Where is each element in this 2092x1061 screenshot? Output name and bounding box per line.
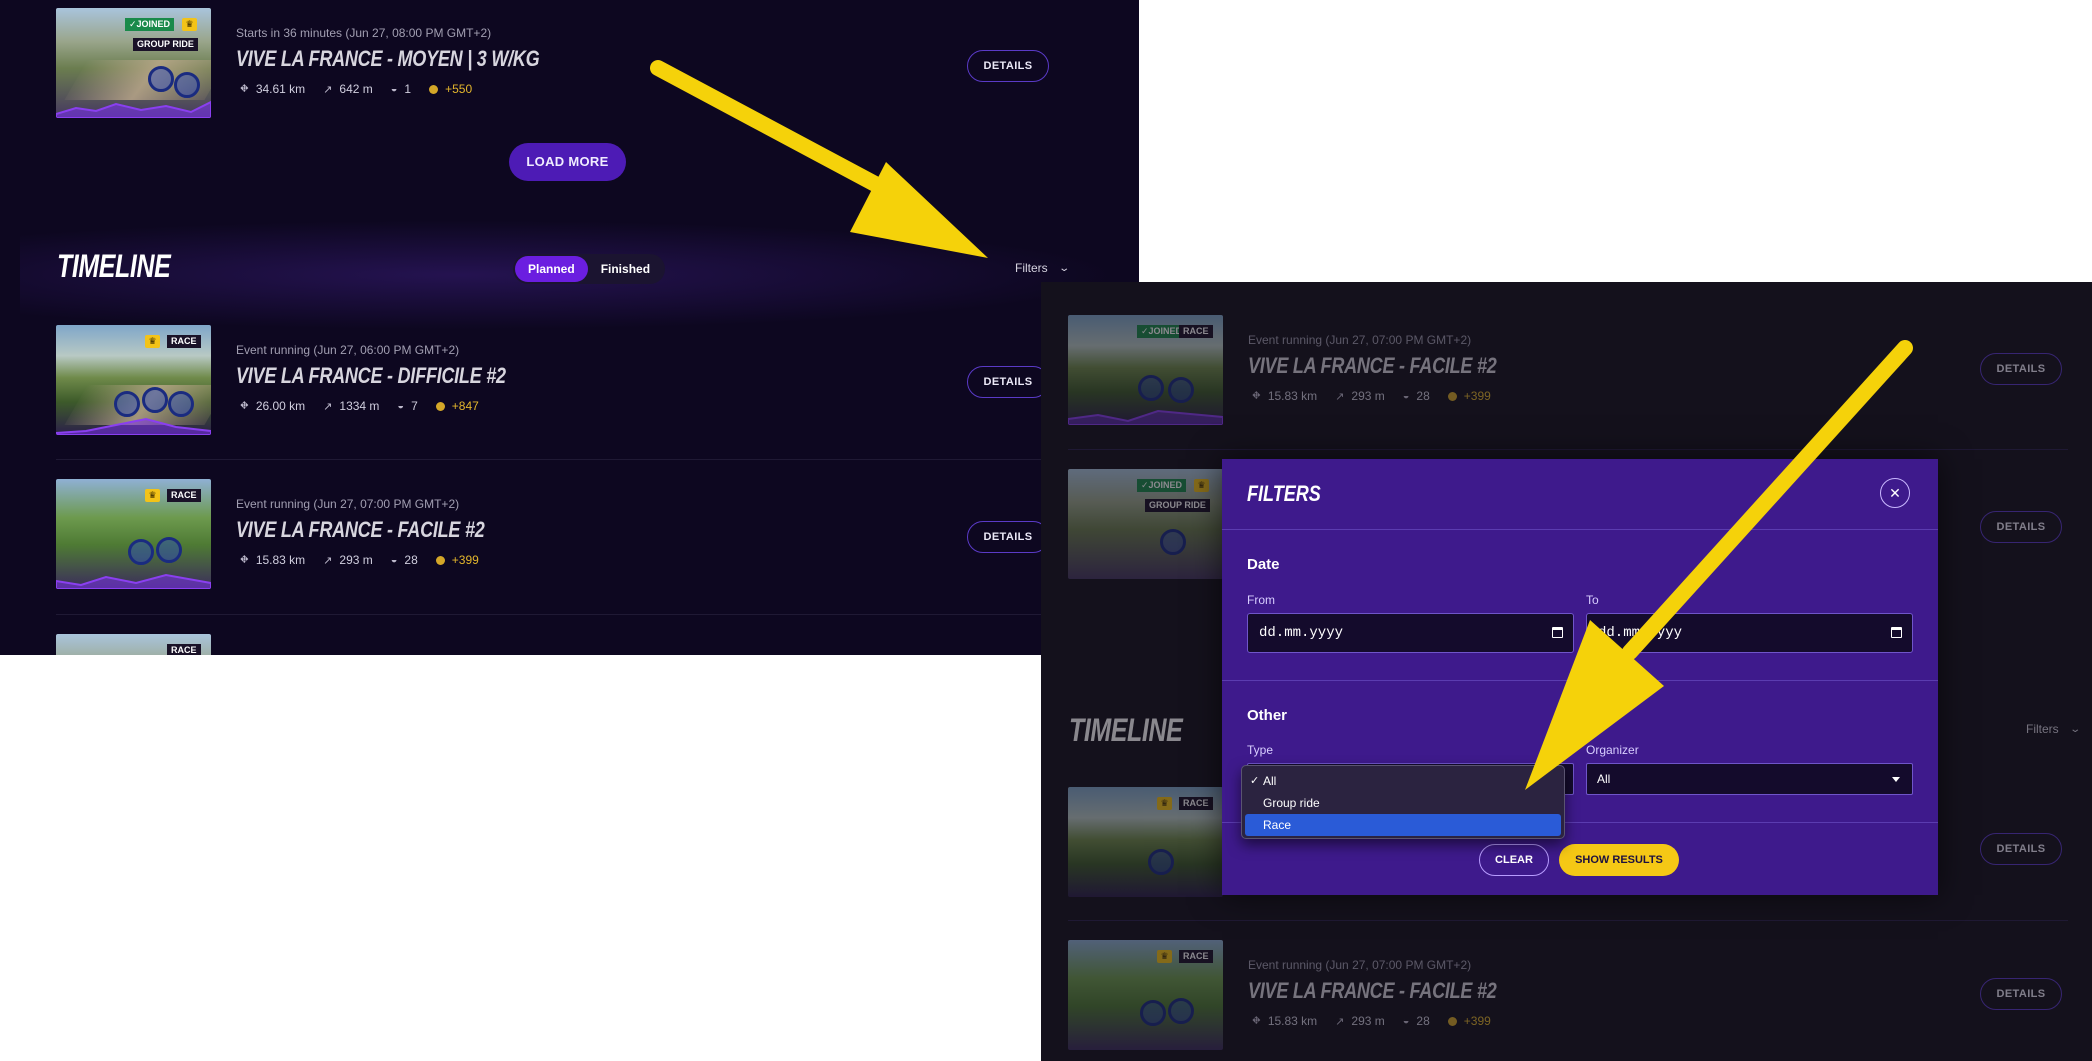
- annotation-arrows: [650, 60, 1913, 790]
- arrow-to-filters-icon: [650, 60, 988, 258]
- arrow-to-type-dropdown-icon: [1525, 340, 1913, 790]
